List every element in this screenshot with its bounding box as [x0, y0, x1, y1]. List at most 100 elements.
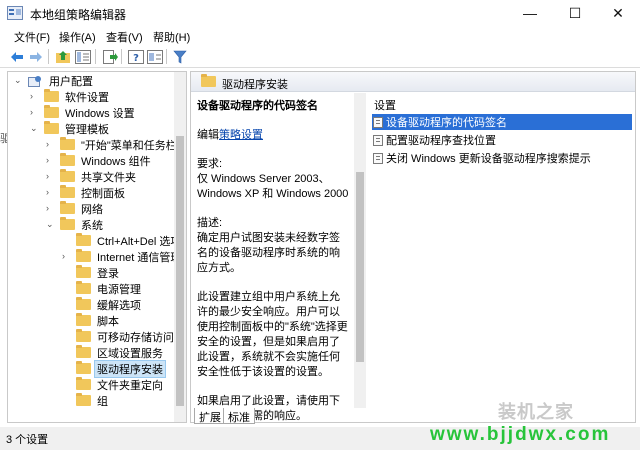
folder-icon	[44, 105, 59, 118]
tree-item[interactable]: 脚本	[8, 312, 186, 328]
tree-item[interactable]: › 软件设置	[8, 88, 186, 104]
chevron-right-icon[interactable]: ›	[30, 107, 38, 117]
chevron-right-icon[interactable]: ›	[62, 251, 70, 261]
tree-item-label: 电源管理	[97, 284, 141, 296]
chevron-right-icon[interactable]: ›	[46, 187, 54, 197]
tree-spacer[interactable]	[62, 331, 70, 339]
tree-item[interactable]: ⌄ 用户配置	[8, 72, 186, 88]
tree-item[interactable]: 可移动存储访问	[8, 328, 186, 344]
folder-icon	[76, 393, 91, 406]
filter-icon[interactable]	[171, 48, 189, 66]
tree-item-label: 文件夹重定向	[97, 380, 163, 392]
description-label: 描述:	[197, 217, 223, 229]
maximize-button[interactable]: ☐	[555, 0, 595, 26]
menu-file[interactable]: 文件(F)	[14, 29, 50, 45]
show-hide-tree-icon[interactable]	[74, 48, 92, 66]
folder-icon	[201, 74, 216, 87]
tree-item[interactable]: 登录	[8, 264, 186, 280]
chevron-down-icon[interactable]: ⌄	[46, 219, 54, 229]
setting-row-code-signing[interactable]: 设备驱动程序的代码签名	[372, 114, 632, 130]
settings-column-header[interactable]: 设置	[374, 97, 396, 113]
toolbar-separator	[166, 49, 167, 64]
edit-policy-line: 编辑策略设置	[197, 128, 349, 143]
tree-item[interactable]: › "开始"菜单和任务栏	[8, 136, 186, 152]
close-button[interactable]: ✕	[598, 0, 638, 26]
tree-item[interactable]: 驱动程序安装	[8, 360, 186, 378]
tree-spacer[interactable]	[62, 315, 70, 323]
help-icon[interactable]: ?	[127, 48, 145, 66]
chevron-right-icon[interactable]: ›	[30, 91, 38, 101]
chevron-right-icon[interactable]: ›	[46, 155, 54, 165]
description-block: 描述: 确定用户试图安装未经数字签名的设备驱动程序时系统的响应方式。	[197, 216, 349, 276]
setting-row-driver-search-location[interactable]: 配置驱动程序查找位置	[372, 132, 632, 148]
setting-label: 设备驱动程序的代码签名	[386, 117, 507, 129]
tree-item-label: "开始"菜单和任务栏	[81, 140, 177, 152]
tree-spacer[interactable]	[62, 347, 70, 355]
tree-item[interactable]: ⌄ 管理模板	[8, 120, 186, 136]
tree-item[interactable]: ⌄ 系统	[8, 216, 186, 232]
pane-header-title: 驱动程序安装	[222, 79, 288, 91]
back-arrow-icon[interactable]	[8, 48, 26, 66]
tree-item-label: Windows 组件	[81, 156, 151, 168]
setting-row-disable-update-prompt[interactable]: 关闭 Windows 更新设备驱动程序搜索提示	[372, 150, 632, 166]
properties-icon[interactable]	[146, 48, 164, 66]
tree-item-label: 软件设置	[65, 92, 109, 104]
policy-description: 设备驱动程序的代码签名 编辑策略设置 要求: 仅 Windows Server 2…	[197, 99, 349, 438]
policy-title: 设备驱动程序的代码签名	[197, 100, 318, 112]
up-folder-icon[interactable]	[54, 48, 72, 66]
tree-item-label: Internet 通信管理	[97, 252, 182, 264]
menu-view[interactable]: 查看(V)	[106, 29, 143, 45]
chevron-down-icon[interactable]: ⌄	[30, 123, 38, 133]
minimize-button[interactable]: —	[510, 0, 550, 26]
watermark-logo: 装机之家	[498, 402, 574, 422]
chevron-right-icon[interactable]: ›	[46, 203, 54, 213]
tree-item[interactable]: › 共享文件夹	[8, 168, 186, 184]
chevron-down-icon[interactable]: ⌄	[14, 75, 22, 85]
folder-icon	[60, 153, 75, 166]
tree-spacer[interactable]	[62, 235, 70, 243]
folder-icon	[76, 329, 91, 342]
tree-item[interactable]: › Windows 组件	[8, 152, 186, 168]
tree-spacer[interactable]	[62, 379, 70, 387]
description-scrollbar-thumb[interactable]	[356, 172, 364, 362]
tree-spacer[interactable]	[62, 267, 70, 275]
tab-standard[interactable]: 标准	[223, 408, 255, 424]
tree-item-label: 驱动程序安装	[94, 360, 166, 378]
tree-item[interactable]: 文件夹重定向	[8, 376, 186, 392]
tree-spacer[interactable]	[62, 363, 70, 371]
tree-spacer[interactable]	[62, 283, 70, 291]
chevron-right-icon[interactable]: ›	[46, 171, 54, 181]
export-list-icon[interactable]	[101, 48, 119, 66]
tab-extended[interactable]: 扩展	[194, 408, 226, 424]
menu-help[interactable]: 帮助(H)	[153, 29, 190, 45]
tree-spacer[interactable]	[62, 395, 70, 403]
tree-item[interactable]: Ctrl+Alt+Del 选项	[8, 232, 186, 248]
tree-spacer[interactable]	[62, 299, 70, 307]
folder-icon	[60, 217, 75, 230]
tree-item[interactable]: 缓解选项	[8, 296, 186, 312]
tree-scrollbar-thumb[interactable]	[176, 136, 184, 406]
description-text: 确定用户试图安装未经数字签名的设备驱动程序时系统的响应方式。	[197, 232, 340, 274]
chevron-right-icon[interactable]: ›	[46, 139, 54, 149]
requirements: 要求: 仅 Windows Server 2003、Windows XP 和 Wi…	[197, 157, 349, 202]
tree-item[interactable]: › 网络	[8, 200, 186, 216]
tree-item-label: 用户配置	[49, 76, 93, 88]
tree-item[interactable]: 区域设置服务	[8, 344, 186, 360]
tree-item[interactable]: › Internet 通信管理	[8, 248, 186, 264]
menu-action[interactable]: 操作(A)	[59, 29, 96, 45]
edit-policy-link[interactable]: 策略设置	[219, 129, 263, 141]
folder-icon	[76, 297, 91, 310]
tree-item[interactable]: › Windows 设置	[8, 104, 186, 120]
folder-icon	[76, 249, 91, 262]
tree-item[interactable]: 电源管理	[8, 280, 186, 296]
tree-item-label: 登录	[97, 268, 119, 280]
tree-item-label: 共享文件夹	[81, 172, 136, 184]
policy-setting-icon	[373, 116, 383, 128]
tree-item-label: 脚本	[97, 316, 119, 328]
forward-arrow-icon[interactable]	[27, 48, 45, 66]
folder-icon	[60, 201, 75, 214]
folder-icon	[60, 169, 75, 182]
tree-item[interactable]: 组	[8, 392, 186, 408]
tree-item[interactable]: › 控制面板	[8, 184, 186, 200]
folder-icon	[76, 313, 91, 326]
